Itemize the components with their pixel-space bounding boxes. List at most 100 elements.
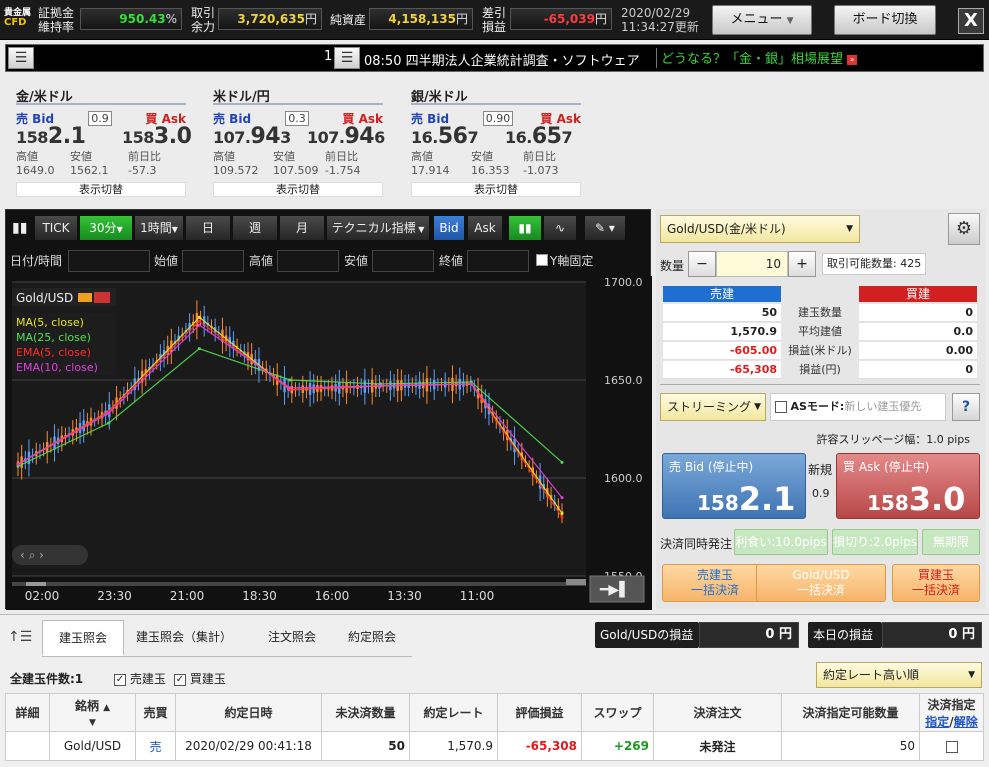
price-chart[interactable]: 1700.01650.01600.01550.002:0023:3021:001… xyxy=(6,276,652,610)
market-outlook-link[interactable]: どうなる？「金・銀」相場展望 » xyxy=(656,48,981,68)
sort-select[interactable]: 約定レート高い順 ▼ xyxy=(816,662,982,688)
draw-tool-icon[interactable]: ✎ ▾ xyxy=(584,215,626,241)
filter-sell-checkbox[interactable]: ✓ xyxy=(114,673,126,686)
series-point xyxy=(288,386,292,390)
bid-price[interactable]: 16.567 xyxy=(411,124,479,149)
specify-link[interactable]: 指定 xyxy=(925,715,949,729)
x-tick-label: 18:30 xyxy=(242,589,277,603)
x-tick-label: 21:00 xyxy=(170,589,205,603)
margin-ratio-label: 証拠金 維持率 xyxy=(38,6,75,34)
quantity-plus-button[interactable]: + xyxy=(788,251,816,277)
cell-rate: 1,570.9 xyxy=(409,731,498,761)
filter-buy-checkbox[interactable]: ✓ xyxy=(174,673,186,686)
cell-qty: 50 xyxy=(321,731,410,761)
bid-price[interactable]: 107.943 xyxy=(213,124,291,149)
cell-settle-specify[interactable] xyxy=(919,731,984,761)
settle-simultaneous-label: 決済同時発注 xyxy=(660,537,733,551)
board-switch-button[interactable]: ボード切換 xyxy=(834,5,936,35)
help-icon[interactable]: ? xyxy=(952,393,980,421)
line-chart-icon[interactable]: ∿ xyxy=(543,215,577,241)
display-toggle-button[interactable]: 表示切替 xyxy=(213,182,383,197)
display-toggle-button[interactable]: 表示切替 xyxy=(411,182,581,197)
settle-all-symbol-button[interactable]: Gold/USD 一括決済 xyxy=(756,564,886,602)
timeframe-week-button[interactable]: 週 xyxy=(232,215,278,241)
filter-buy[interactable]: ✓ 買建玉 xyxy=(174,670,226,687)
margin-ratio-value: 950.43% xyxy=(80,8,182,30)
chart-type-icon[interactable]: ▮▮ xyxy=(12,220,27,236)
scrollbar-thumb[interactable] xyxy=(26,582,46,586)
no-expiry-button[interactable]: 無期限 xyxy=(922,529,980,555)
change-stat: 前日比 -1.754 xyxy=(325,150,361,177)
ask-price[interactable]: 1583.0 xyxy=(122,124,192,149)
y-axis-fix-checkbox[interactable] xyxy=(536,254,548,266)
legend-item: MA(5, close) xyxy=(16,316,84,329)
tab-positions-summary[interactable]: 建玉照会（集計） xyxy=(128,620,240,656)
cell-detail[interactable] xyxy=(5,731,50,761)
change-stat: 前日比 -57.3 xyxy=(128,150,161,177)
tab-orders[interactable]: 注文照会 xyxy=(252,620,332,656)
display-toggle-button[interactable]: 表示切替 xyxy=(16,182,186,197)
low-stat: 安値 16.353 xyxy=(471,150,510,177)
collapse-icon[interactable]: ↑☰ xyxy=(8,629,32,645)
quote-card: 米ドル/円売 Bid 0.3 買 Ask 107.943 107.946 高値 109.57… xyxy=(213,86,385,197)
buy-value: 0 xyxy=(859,361,977,379)
close-label: 終値 xyxy=(439,254,464,268)
col-symbol[interactable]: 銘柄 ▲ ▼ xyxy=(49,693,136,732)
net-pl-value: -65,039円 xyxy=(510,8,612,30)
settle-all-buy-button[interactable]: 買建玉 一括決済 xyxy=(892,564,980,602)
table-row[interactable]: Gold/USD 売 2020/02/29 00:41:18 50 1,570.… xyxy=(5,731,984,761)
position-row-label: 平均建値 xyxy=(798,325,842,338)
buy-ask-button[interactable]: 買 Ask (停止中) 1583.0 xyxy=(836,453,980,519)
quantity-input[interactable]: 10 xyxy=(716,251,788,277)
app-logo: 貴金属 CFD xyxy=(4,8,32,28)
as-mode-checkbox[interactable] xyxy=(775,401,787,413)
tab-positions[interactable]: 建玉照会 xyxy=(42,620,124,656)
candlestick-icon[interactable]: ▮▮ xyxy=(508,215,542,241)
take-profit-button[interactable]: 利食い:10.0pips xyxy=(734,529,828,555)
headline-list-icon[interactable]: ☰ xyxy=(334,47,360,69)
spread-value: 0.9 xyxy=(88,111,112,126)
stop-loss-button[interactable]: 損切り:2.0pips xyxy=(832,529,918,555)
divider xyxy=(660,384,980,385)
quote-card: 金/米ドル売 Bid 0.9 買 Ask 1582.1 1583.0 高値 1649.0 安値… xyxy=(16,86,192,197)
quantity-minus-button[interactable]: − xyxy=(688,251,716,277)
net-assets-value: 4,158,135円 xyxy=(369,8,473,30)
technical-indicator-select[interactable]: テクニカル指標 ▼ xyxy=(326,215,430,241)
today-pl-label: 本日の損益 xyxy=(808,622,882,648)
zoom-icon[interactable]: ‹ ⌕ › xyxy=(20,548,44,562)
settle-specify-checkbox[interactable] xyxy=(945,740,958,753)
trade-capacity-label: 取引 余力 xyxy=(191,6,216,34)
sell-bid-button[interactable]: 売 Bid (停止中) 1582.1 xyxy=(662,453,806,519)
filter-sell[interactable]: ✓ 売建玉 xyxy=(114,670,166,687)
x-tick-label: 23:30 xyxy=(97,589,132,603)
close-button[interactable]: X xyxy=(958,8,984,34)
position-row-label: 損益(米ドル) xyxy=(788,344,852,357)
news-list-icon[interactable]: ☰ xyxy=(8,47,34,69)
bid-toggle[interactable]: Bid xyxy=(433,215,465,241)
series-point xyxy=(560,511,564,515)
execution-mode-select[interactable]: ストリーミング ▼ xyxy=(660,393,766,421)
timeframe-30m-select[interactable]: 30分▼ xyxy=(79,215,133,241)
timeframe-day-button[interactable]: 日 xyxy=(185,215,231,241)
menu-button[interactable]: メニュー ▼ xyxy=(712,5,812,35)
symbol-select[interactable]: Gold/USD(金/米ドル) ▼ xyxy=(660,215,860,243)
net-assets-label: 純資産 xyxy=(330,13,367,27)
clear-link[interactable]: 解除 xyxy=(954,715,978,729)
series-point xyxy=(197,323,201,327)
quote-card: 銀/米ドル売 Bid 0.90 買 Ask 16.567 16.657 高値 17.914 安… xyxy=(411,86,581,197)
ask-price[interactable]: 16.657 xyxy=(505,124,573,149)
datetime-field xyxy=(68,250,150,272)
tick-button[interactable]: TICK xyxy=(34,215,78,241)
timeframe-1h-select[interactable]: 1時間▼ xyxy=(134,215,184,241)
settle-all-sell-button[interactable]: 売建玉 一括決済 xyxy=(662,564,768,602)
timeframe-month-button[interactable]: 月 xyxy=(279,215,325,241)
sell-value: -605.00 xyxy=(663,342,781,360)
gear-icon[interactable]: ⚙ xyxy=(948,213,980,245)
tab-executions[interactable]: 約定照会 xyxy=(332,620,412,656)
ask-toggle[interactable]: Ask xyxy=(467,215,503,241)
bid-price[interactable]: 1582.1 xyxy=(16,124,86,149)
ask-price[interactable]: 107.946 xyxy=(307,124,385,149)
legend-item: MA(25, close) xyxy=(16,331,91,344)
as-mode-field[interactable]: ASモード:新しい建玉優先 xyxy=(770,393,946,421)
news-headline[interactable]: 08:50 四半期法人企業統計調査・ソフトウェア xyxy=(364,50,656,69)
